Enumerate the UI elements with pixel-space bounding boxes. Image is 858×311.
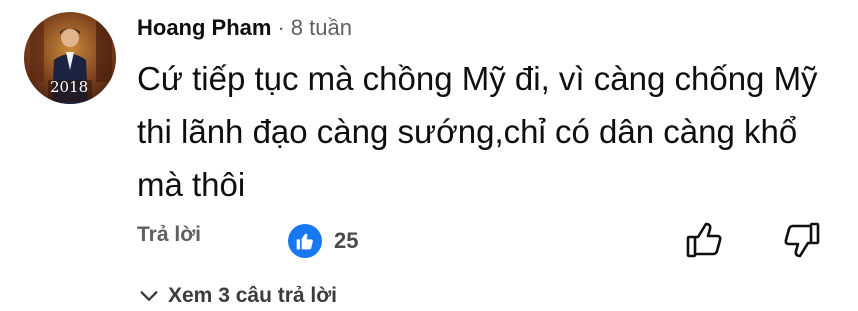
meta-separator: · [277, 15, 285, 40]
avatar-image: 2018 [24, 12, 116, 104]
like-badge-icon [288, 224, 322, 258]
thumbs-down-icon[interactable] [782, 220, 822, 260]
comment-header: Hoang Pham · 8 tuần [137, 12, 352, 44]
like-summary: 25 [288, 224, 358, 258]
reply-button[interactable]: Trả lời [137, 223, 201, 247]
view-replies-label: Xem 3 câu trả lời [168, 284, 338, 307]
avatar[interactable]: 2018 [24, 12, 116, 104]
like-count: 25 [334, 228, 359, 253]
comment-time[interactable]: 8 tuần [291, 15, 352, 41]
comment-card: 2018 Hoang Pham · 8 tuần Cứ tiếp tục mà … [0, 0, 858, 311]
comment-text: Cứ tiếp tục mà chồng Mỹ đi, vì càng chốn… [137, 60, 818, 203]
thumbs-up-icon[interactable] [684, 220, 724, 260]
chevron-down-icon [140, 291, 158, 301]
view-replies-button[interactable]: Xem 3 câu trả lời [138, 284, 337, 308]
avatar-year-text: 2018 [50, 78, 88, 96]
author-name[interactable]: Hoang Pham [137, 15, 271, 41]
